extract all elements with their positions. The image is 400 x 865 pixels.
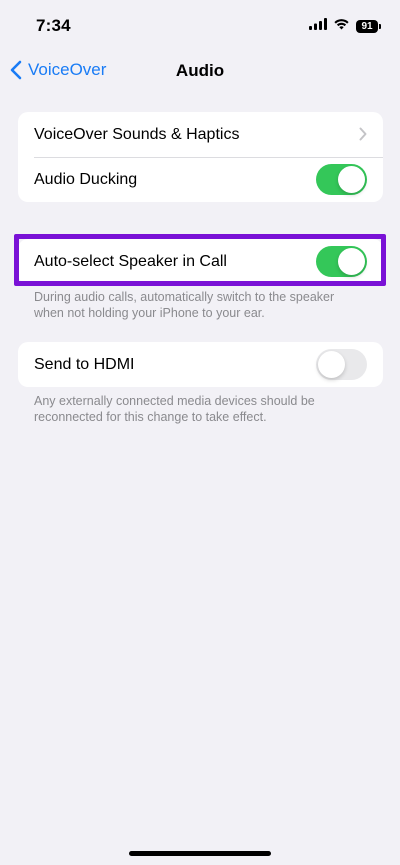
audio-ducking-toggle[interactable]: [316, 164, 367, 195]
status-icons: 91: [309, 17, 381, 35]
status-bar: 7:34 91: [0, 0, 400, 52]
row-label: Audio Ducking: [34, 170, 138, 188]
row-label: VoiceOver Sounds & Haptics: [34, 125, 240, 143]
cellular-signal-icon: [309, 17, 327, 35]
battery-level: 91: [361, 20, 373, 32]
send-to-hdmi-footnote: Any externally connected media devices s…: [34, 394, 315, 424]
status-time: 7:34: [36, 16, 71, 35]
auto-select-speaker-footnote: During audio calls, automatically switch…: [34, 290, 335, 320]
navigation-bar: VoiceOver Audio: [0, 52, 400, 92]
battery-icon: 91: [356, 19, 381, 33]
toggle-knob: [318, 351, 345, 378]
highlight-annotation-box: [14, 234, 386, 286]
send-to-hdmi-toggle[interactable]: [316, 349, 367, 380]
wifi-icon: [333, 17, 350, 35]
voiceover-sounds-haptics-row[interactable]: VoiceOver Sounds & Haptics: [18, 112, 383, 157]
chevron-right-icon: [359, 127, 367, 141]
page-title: Audio: [175, 61, 225, 80]
toggle-knob: [338, 166, 365, 193]
home-indicator[interactable]: [129, 851, 271, 856]
row-label: Send to HDMI: [34, 355, 135, 373]
audio-ducking-row: Audio Ducking: [18, 157, 383, 202]
settings-group-voiceover: VoiceOver Sounds & Haptics Audio Ducking: [18, 112, 383, 202]
send-to-hdmi-row: Send to HDMI: [18, 342, 383, 387]
settings-group-hdmi: Send to HDMI: [18, 342, 383, 387]
